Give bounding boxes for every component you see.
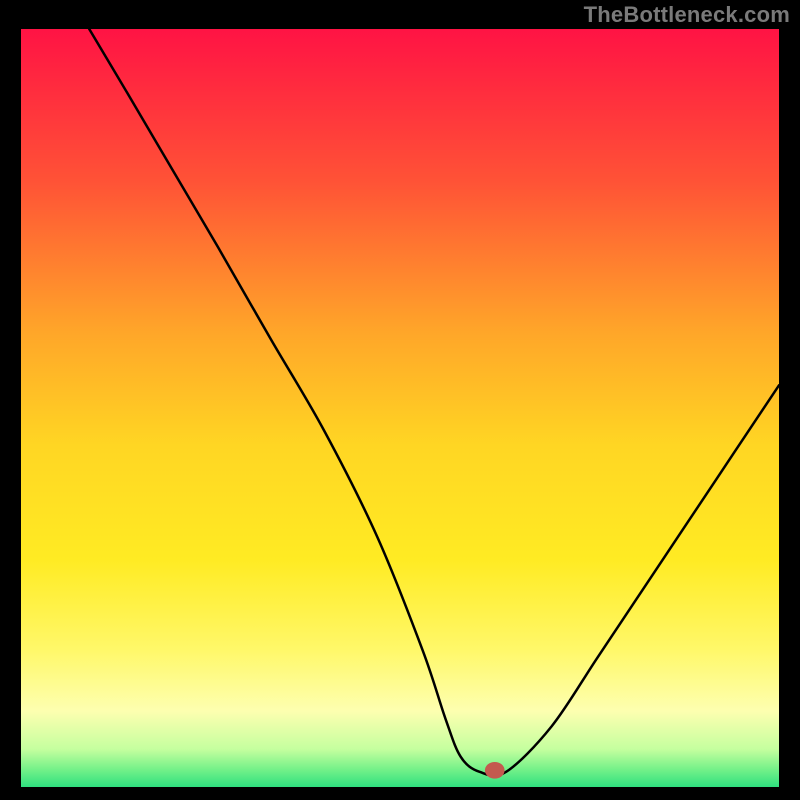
watermark-text: TheBottleneck.com bbox=[584, 2, 790, 28]
minimum-marker bbox=[485, 762, 505, 779]
gradient-background bbox=[21, 29, 779, 787]
chart-frame: TheBottleneck.com bbox=[0, 0, 800, 800]
plot-svg bbox=[21, 29, 779, 787]
plot-area bbox=[21, 29, 779, 787]
